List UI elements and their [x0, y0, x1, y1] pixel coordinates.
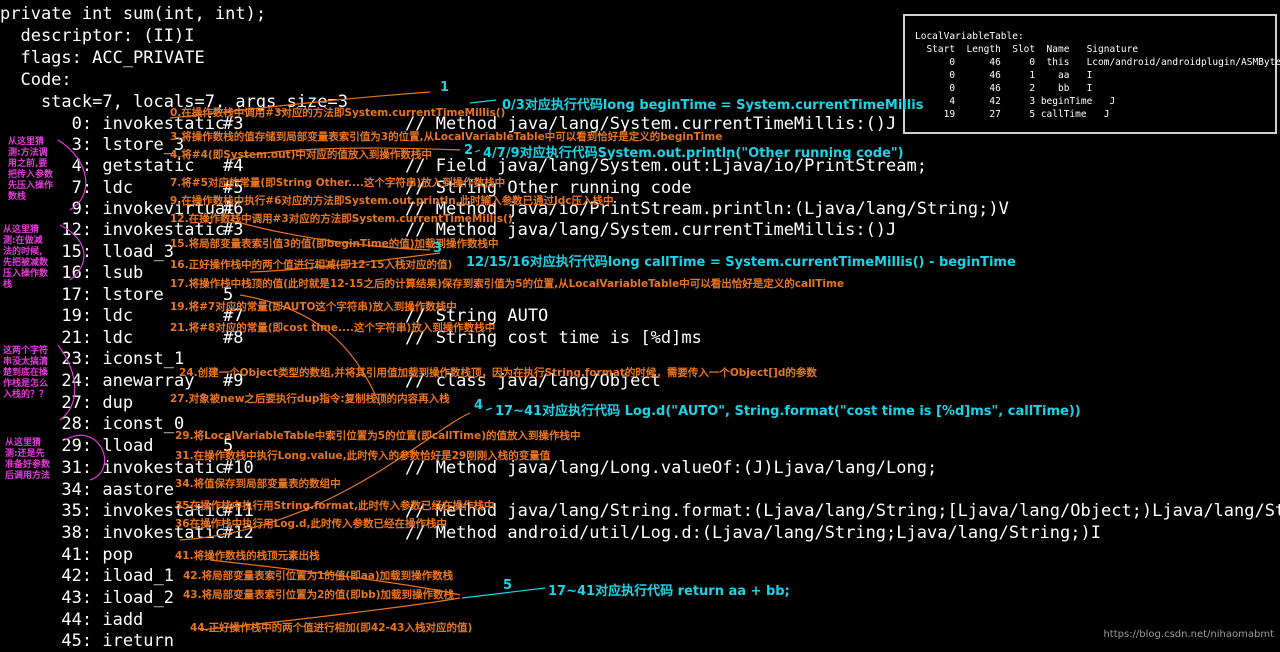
annotation: 24.创建一个Object类型的数组,并将其引用值加载到操作数栈顶，因为在执行S… — [179, 367, 817, 379]
annotation: 41.将操作数栈的栈顶元素出栈 — [175, 550, 320, 562]
lvt-title: LocalVariableTable: — [915, 31, 1024, 42]
callout-text: 17~41对应执行代码 Log.d("AUTO", String.format(… — [495, 404, 1081, 419]
code-line: private int sum(int, int); — [0, 4, 267, 24]
annotation: 27.对象被new之后要执行dup指令:复制栈顶的内容再入栈 — [170, 393, 450, 405]
side-note: 从这里猜测:方法调用之前,要把传入参数先压入操作数栈 — [8, 137, 54, 202]
side-note: 从这里猜测:在做减法的时候,先把被减数压入操作数栈 — [3, 225, 49, 290]
annotation: 17.将操作栈中栈顶的值(此时就是12-15之后的计算结果)保存到索引值为5的位… — [170, 278, 845, 290]
callout-text: 0/3对应执行代码long beginTime = System.current… — [502, 98, 924, 113]
code-line: 34: aastore — [0, 480, 174, 500]
callout-number: 3 — [433, 241, 443, 256]
annotation: 29.将LocalVariableTable中索引位置为5的位置(即callTi… — [175, 430, 581, 442]
annotation: 31.在操作数栈中执行Long.value,此时传入的参数恰好是29刚刚入栈的变… — [175, 450, 551, 462]
annotation: 21.将#8对应的常量(即cost time....这个字符串)放入到操作数栈中 — [170, 322, 496, 334]
code-line: 42: iload_1 — [0, 566, 174, 586]
code-line: 28: iconst_0 — [0, 414, 185, 434]
lvt-row: 19 27 5 callTime J — [915, 109, 1110, 120]
callout-text: 17~41对应执行代码 return aa + bb; — [548, 584, 790, 599]
callout-number: 4 — [474, 398, 484, 413]
lvt-header: Start Length Slot Name Signature — [915, 44, 1139, 55]
code-line: 45: ireturn — [0, 631, 174, 651]
annotation: 35在操作栈中执行用String.format,此时传入参数已经在操作栈中 — [175, 500, 495, 512]
code-line: Code: — [0, 70, 72, 90]
lvt-row: 0 46 1 aa I — [915, 70, 1093, 81]
annotation: 12.在操作数栈中调用#3对应的方法即System.currentTimeMil… — [170, 213, 513, 225]
arrow-2 — [474, 149, 481, 153]
annotation: 0.在操作数栈中调用#3对应的方法即System.currentTimeMill… — [170, 107, 506, 119]
annotation: 44.正好操作栈中的两个值进行相加(即42-43入栈对应的值) — [190, 622, 473, 634]
code-line: 19: ldc #7// String AUTO — [0, 306, 549, 326]
lvt-row: 0 46 2 bb I — [915, 83, 1093, 94]
annotation: 15.将局部变量表索引值3的值(即beginTime的值)加载到操作数栈中 — [170, 238, 499, 250]
annotation: 42.将局部变量表索引位置为1的值(即aa)加载到操作数栈 — [183, 570, 454, 582]
callout-text: 12/15/16对应执行代码long callTime = System.cur… — [466, 255, 1016, 270]
arrow-1 — [469, 99, 497, 104]
arrow-4 — [485, 407, 493, 411]
annotation: 7.将#5对应的常量(即String Other....这个字符串)放入到操作数… — [170, 177, 506, 189]
annotation: 19.将#7对应的常量(即AUTO这个字符串)放入到操作数栈中 — [170, 301, 457, 313]
annotation: 4.将#4(即System.out)中对应的值放入到操作数栈中 — [170, 149, 432, 161]
annotation: 16.正好操作栈中的两个值进行相减(即12-15入栈对应的值) — [170, 259, 453, 271]
code-line: flags: ACC_PRIVATE — [0, 48, 205, 68]
callout-number: 2 — [464, 143, 474, 158]
watermark: https://blog.csdn.net/nihaomabmt — [1103, 629, 1274, 640]
lvt-row: 4 42 3 beginTime J — [915, 96, 1116, 107]
local-variable-table-panel: LocalVariableTable: Start Length Slot Na… — [903, 14, 1280, 134]
callout-text: 4/7/9对应执行代码System.out.println("Other run… — [483, 146, 904, 161]
annotation: 34.将值保存到局部变量表的数组中 — [175, 478, 341, 490]
side-note: 这两个字符串没太搞清楚到底在操作栈是怎么入栈的？？ — [3, 346, 49, 400]
code-line: descriptor: (II)I — [0, 26, 195, 46]
callout-number: 1 — [440, 80, 450, 95]
side-note: 从这里猜测:还是先准备好参数后调用方法 — [5, 438, 51, 481]
code-line: 41: pop — [0, 545, 134, 565]
lvt-row: 0 46 0 this Lcom/android/androidplugin/A… — [915, 57, 1280, 68]
code-line: 43: iload_2 — [0, 588, 174, 608]
code-line: 44: iadd — [0, 610, 144, 630]
annotation: 43.将局部变量表索引位置为2的值(即bb)加载到操作数栈 — [183, 589, 455, 601]
annotation: 9.在操作数栈中执行#6对应的方法即System.out.println,此时输… — [170, 195, 614, 207]
annotation: 36在操作栈中执行用Log.d,此时传入参数已经在操作栈中 — [175, 518, 448, 530]
callout-number: 5 — [503, 578, 513, 593]
